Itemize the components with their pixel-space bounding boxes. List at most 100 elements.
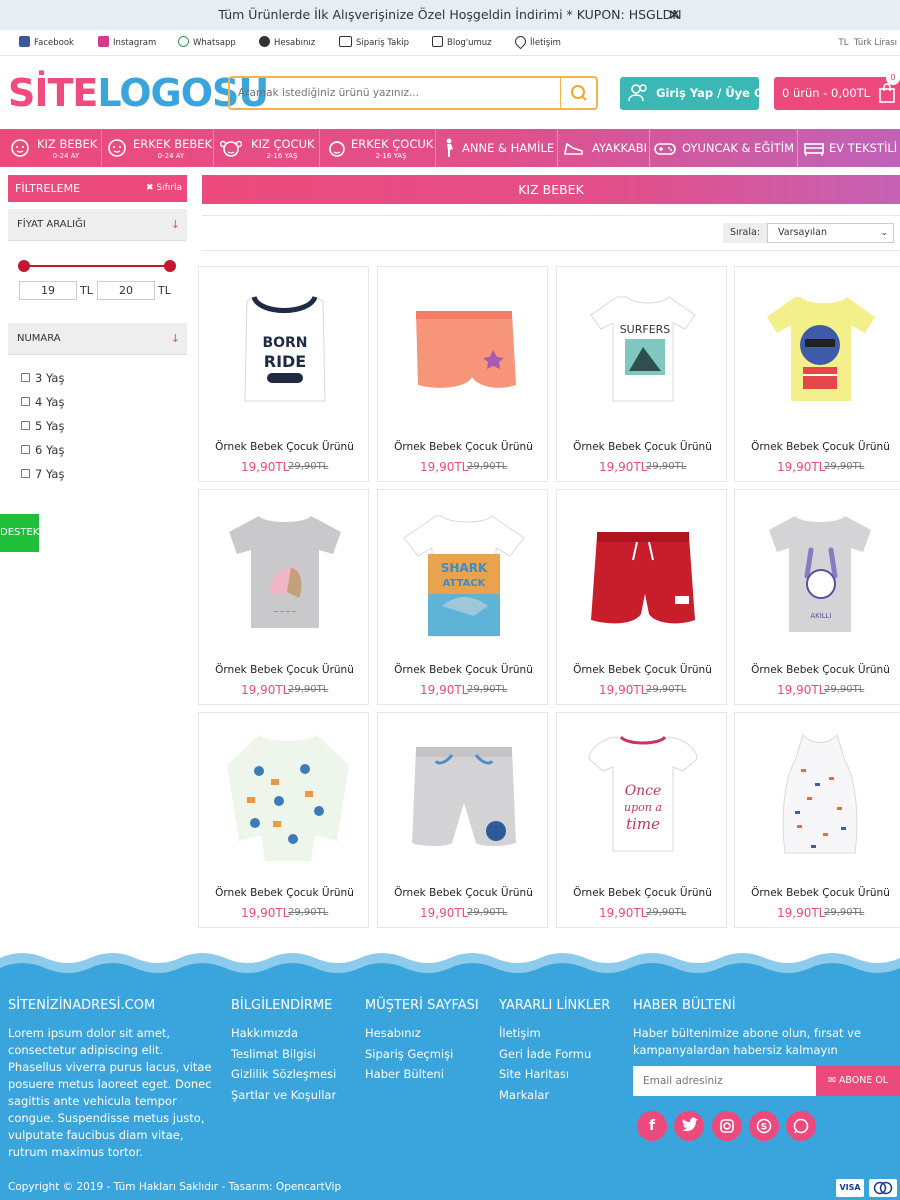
nav-item-erkek-bebek[interactable]: ERKEK BEBEK 0-24 AY [102,129,214,167]
product-card[interactable]: Örnek Bebek Çocuk Ürünü 19,90TL 29,90TL [556,489,727,705]
product-card[interactable]: Örnek Bebek Çocuk Ürünü 19,90TL 29,90TL [734,266,900,482]
product-card[interactable]: Once upon a time Örnek Bebek Çocuk Ürünü 1… [556,712,727,928]
footer-link-returns[interactable]: Geri İade Formu [499,1044,591,1064]
newsletter-email-input[interactable] [633,1066,816,1096]
product-image[interactable]: SHARK ATTACK [388,498,539,646]
nav-item-kiz-bebek[interactable]: KIZ BEBEK 0-24 AY [0,129,102,167]
product-card[interactable]: Örnek Bebek Çocuk Ürünü 19,90TL 29,90TL [377,266,548,482]
contact-link[interactable]: İletişim [512,30,561,56]
skype-social-icon[interactable]: S [749,1111,779,1141]
footer-link-account[interactable]: Hesabınız [365,1023,421,1043]
price-slider-min-handle[interactable] [18,260,30,272]
checkbox[interactable] [21,445,30,454]
product-image[interactable]: SURFERS [567,275,718,423]
facebook-link[interactable]: Facebook [19,30,74,56]
truck-icon [339,36,352,47]
checkbox[interactable] [21,469,30,478]
product-image[interactable]: BORNRIDE [209,275,360,423]
footer-link-terms[interactable]: Şartlar ve Koşullar [231,1085,336,1105]
search-input[interactable] [238,78,558,108]
filter-reset-button[interactable]: ✖ Sıfırla [146,175,182,202]
site-footer: SİTENİZİNADRESİ.COM Lorem ipsum dolor si… [0,948,900,1200]
sort-select[interactable]: Varsayılan ⌄ [767,223,894,243]
product-name[interactable]: Örnek Bebek Çocuk Ürünü [378,441,549,453]
product-card[interactable]: SURFERS Örnek Bebek Çocuk Ürünü 19,90TL … [556,266,727,482]
product-card[interactable]: ~~~~ Örnek Bebek Çocuk Ürünü 19,90TL 29,… [198,489,369,705]
price-max-input[interactable] [97,281,155,300]
svg-text:S: S [761,1123,767,1133]
order-tracking-link[interactable]: Sipariş Takip [339,30,409,56]
footer-link-order-history[interactable]: Sipariş Geçmişi [365,1044,453,1064]
product-name[interactable]: Örnek Bebek Çocuk Ürünü [735,664,900,676]
product-name[interactable]: Örnek Bebek Çocuk Ürünü [378,887,549,899]
price-min-input[interactable] [19,281,77,300]
product-card[interactable]: Örnek Bebek Çocuk Ürünü 19,90TL 29,90TL [198,712,369,928]
checkbox[interactable] [21,421,30,430]
product-image[interactable] [209,721,360,869]
product-card[interactable]: BORN RIDE Örnek Bebek Çocuk Ürünü 19,90TL… [198,266,369,482]
product-image[interactable] [567,498,718,646]
newsletter-subscribe-button[interactable]: ✉ ABONE OL [816,1066,900,1096]
footer-newsletter-title: HABER BÜLTENİ [633,998,736,1013]
footer-link-brands[interactable]: Markalar [499,1085,549,1105]
product-price: 19,90TL [241,683,290,697]
cart-count-badge: 0 [886,71,900,85]
product-card[interactable]: Örnek Bebek Çocuk Ürünü 19,90TL 29,90TL [377,712,548,928]
facebook-social-icon[interactable]: f [637,1111,667,1141]
product-image[interactable]: Once upon atime [567,721,718,869]
product-image[interactable]: ~~~~ [209,498,360,646]
price-range-section-toggle[interactable]: FİYAT ARALIĞI ↓ [8,209,187,241]
close-icon[interactable]: ✕ [668,0,681,30]
account-link[interactable]: Hesabınız [259,30,315,56]
product-image[interactable] [388,721,539,869]
search-button[interactable] [560,78,596,108]
footer-link-contact[interactable]: İletişim [499,1023,541,1043]
footer-link-delivery[interactable]: Teslimat Bilgisi [231,1044,316,1064]
instagram-social-icon[interactable] [712,1111,742,1141]
twitter-icon [682,1117,698,1132]
login-button[interactable]: Giriş Yap / Üye Ol [620,77,768,110]
price-slider-max-handle[interactable] [164,260,176,272]
nav-item-erkek-cocuk[interactable]: ERKEK ÇOCUK 2-16 YAŞ [320,129,436,167]
twitter-social-icon[interactable] [674,1111,704,1141]
footer-info-title: BİLGİLENDİRME [231,998,333,1013]
product-name[interactable]: Örnek Bebek Çocuk Ürünü [557,664,728,676]
currency-selector[interactable]: TL Türk Lirası [839,30,897,56]
footer-link-newsletter[interactable]: Haber Bülteni [365,1064,444,1084]
product-card[interactable]: AKILLI Örnek Bebek Çocuk Ürünü 19,90TL 2… [734,489,900,705]
price-slider[interactable] [18,260,176,272]
product-image[interactable] [745,275,896,423]
nav-item-oyuncak-egitim[interactable]: OYUNCAK & EĞİTİM [650,129,798,167]
nav-item-ayakkabi[interactable]: AYAKKABI [558,129,650,167]
product-name[interactable]: Örnek Bebek Çocuk Ürünü [199,441,370,453]
footer-account-title: MÜŞTERİ SAYFASI [365,998,479,1013]
product-name[interactable]: Örnek Bebek Çocuk Ürünü [557,441,728,453]
product-name[interactable]: Örnek Bebek Çocuk Ürünü [557,887,728,899]
product-name[interactable]: Örnek Bebek Çocuk Ürünü [199,887,370,899]
footer-link-sitemap[interactable]: Site Haritası [499,1064,569,1084]
size-section-toggle[interactable]: NUMARA ↓ [8,323,187,355]
product-image[interactable] [388,275,539,423]
footer-link-privacy[interactable]: Gizlilik Sözleşmesi [231,1064,336,1084]
product-image[interactable] [745,721,896,869]
product-card[interactable]: Örnek Bebek Çocuk Ürünü 19,90TL 29,90TL [734,712,900,928]
nav-item-kiz-cocuk[interactable]: KIZ ÇOCUK 2-16 YAŞ [214,129,320,167]
product-image[interactable]: AKILLI [745,498,896,646]
instagram-link[interactable]: Instagram [98,30,156,56]
product-name[interactable]: Örnek Bebek Çocuk Ürünü [378,664,549,676]
nav-item-ev-tekstili[interactable]: EV TEKSTİLİ [798,129,900,167]
checkbox[interactable] [21,373,30,382]
product-name[interactable]: Örnek Bebek Çocuk Ürünü [199,664,370,676]
footer-link-about[interactable]: Hakkımızda [231,1023,298,1043]
support-tab[interactable]: DESTEK [0,514,39,552]
product-name[interactable]: Örnek Bebek Çocuk Ürünü [735,441,900,453]
product-card[interactable]: SHARK ATTACK Örnek Bebek Çocuk Ürünü 19,9… [377,489,548,705]
product-name[interactable]: Örnek Bebek Çocuk Ürünü [735,887,900,899]
search-icon [571,85,587,101]
blog-link[interactable]: Blog'umuz [432,30,492,56]
checkbox[interactable] [21,397,30,406]
whatsapp-link[interactable]: Whatsapp [178,30,236,56]
whatsapp-social-icon[interactable] [786,1111,816,1141]
cart-button[interactable]: 0 ürün - 0,00TL 0 [774,71,900,110]
nav-item-anne-hamile[interactable]: ANNE & HAMİLE [436,129,558,167]
